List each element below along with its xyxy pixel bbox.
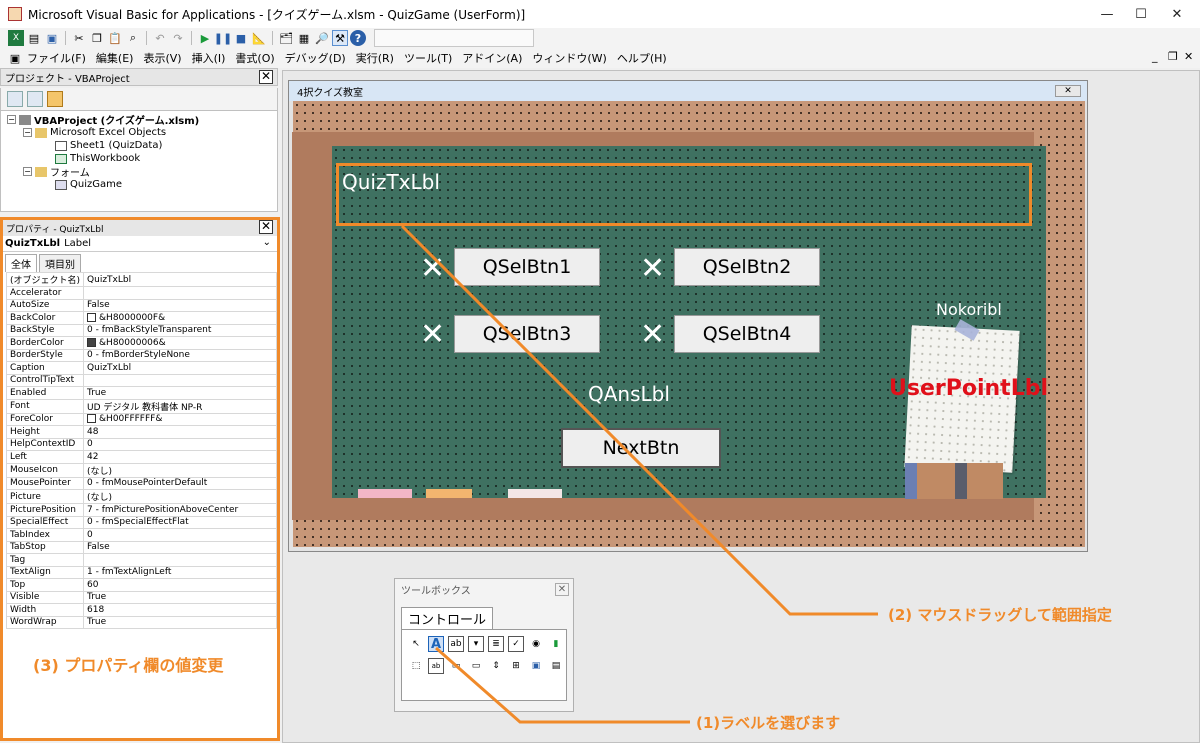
annotation-step1: (1)ラベルを選びます xyxy=(696,714,841,732)
annotation-line-step2 xyxy=(400,224,878,616)
annotation-line-step1 xyxy=(435,646,690,724)
annotation-lines xyxy=(400,224,878,724)
annotation-step2: (2) マウスドラッグして範囲指定 xyxy=(888,606,1112,624)
